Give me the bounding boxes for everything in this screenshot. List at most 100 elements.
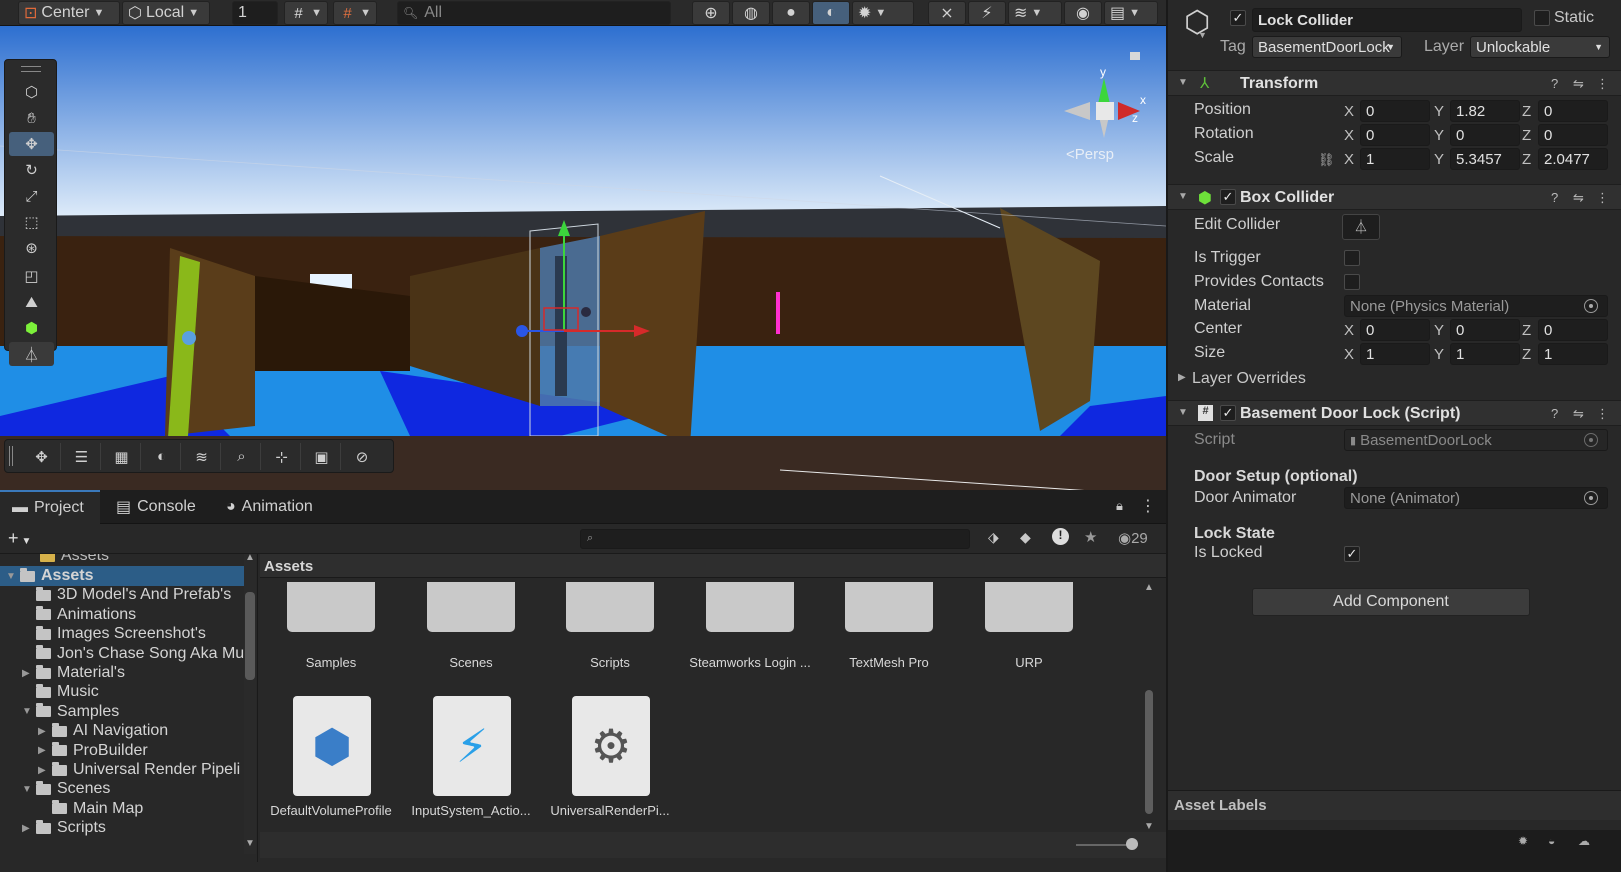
view-tool-button[interactable]: ⬡ bbox=[9, 80, 54, 104]
rect-tool-button[interactable]: ⬚ bbox=[9, 210, 54, 234]
scroll-up-arrow[interactable]: ▲ bbox=[1144, 582, 1154, 593]
create-button[interactable]: + ▼ bbox=[8, 528, 31, 549]
tree-item[interactable]: ▶ Scripts bbox=[22, 818, 257, 838]
scene-search-input[interactable]: 🔍︎ All bbox=[397, 1, 671, 25]
tree-item[interactable]: ▶ ProBuilder bbox=[38, 741, 257, 761]
active-checkbox[interactable]: ✓ bbox=[1230, 10, 1246, 26]
door-animator-field[interactable]: None (Animator) bbox=[1344, 487, 1608, 509]
chevron-right-icon[interactable]: ▶ bbox=[1178, 372, 1186, 383]
chevron-down-icon[interactable]: ▼ bbox=[6, 571, 20, 582]
scale-tool-button[interactable]: ⤢ bbox=[9, 184, 54, 208]
material-field[interactable]: None (Physics Material) bbox=[1344, 295, 1608, 317]
center-y-field[interactable]: 0 bbox=[1450, 319, 1520, 341]
cloud-icon[interactable]: ☁︎ bbox=[1578, 834, 1590, 848]
box-collider-enabled-checkbox[interactable]: ✓ bbox=[1220, 189, 1236, 205]
script-component-header[interactable]: ▼ # ✓ Basement Door Lock (Script) ? ⇋ ⋮ bbox=[1168, 400, 1621, 426]
overlay-lighting-button[interactable]: ◐ bbox=[143, 443, 181, 470]
script-enabled-checkbox[interactable]: ✓ bbox=[1220, 405, 1236, 421]
scale-x-field[interactable]: 1 bbox=[1360, 148, 1430, 170]
warning-filter-icon[interactable]: ! bbox=[1052, 528, 1069, 545]
probuilder-tool-button[interactable]: ◰ bbox=[9, 264, 54, 288]
grid-snap-button[interactable]: # ▼ bbox=[284, 1, 328, 25]
grid-scroll-thumb[interactable] bbox=[1145, 690, 1153, 814]
tree-item[interactable]: Main Map bbox=[38, 799, 257, 819]
rotation-y-field[interactable]: 0 bbox=[1450, 124, 1520, 146]
hidden-packages-toggle[interactable]: ◉29 bbox=[1118, 529, 1148, 547]
tree-item[interactable]: Music bbox=[22, 682, 257, 702]
layer-overrides-foldout[interactable]: Layer Overrides bbox=[1192, 370, 1306, 388]
tree-item[interactable]: Jon's Chase Song Aka Mu bbox=[22, 644, 257, 664]
visibility-toggle-button[interactable]: ◉ bbox=[1064, 1, 1102, 25]
chevron-right-icon[interactable]: ▶ bbox=[22, 668, 36, 679]
overlay-pivot-button[interactable]: ⊹ bbox=[263, 443, 301, 470]
scale-z-field[interactable]: 2.0477 bbox=[1538, 148, 1608, 170]
constrain-proportions-icon[interactable]: ⛓︎ bbox=[1318, 152, 1335, 168]
object-picker-icon[interactable] bbox=[1584, 299, 1598, 313]
lock-icon[interactable]: 🔒︎ bbox=[1116, 498, 1123, 514]
overlay-camera-button[interactable]: ▣ bbox=[303, 443, 341, 470]
icon-size-slider-handle[interactable] bbox=[1126, 838, 1138, 850]
tree-item[interactable]: Animations bbox=[22, 605, 257, 625]
drag-handle[interactable] bbox=[21, 66, 41, 72]
help-icon[interactable]: ? bbox=[1551, 190, 1558, 205]
kebab-menu-icon[interactable]: ⋮ bbox=[1596, 406, 1609, 422]
position-x-field[interactable]: 0 bbox=[1360, 100, 1430, 122]
chevron-right-icon[interactable]: ▶ bbox=[38, 726, 52, 737]
is-locked-checkbox[interactable]: ✓ bbox=[1344, 546, 1360, 562]
transform-header[interactable]: ▼ ⅄ Transform ? ⇋ ⋮ bbox=[1168, 70, 1621, 96]
pivot-mode-dropdown[interactable]: ⊡ Center ▼ bbox=[18, 1, 120, 25]
box-collider-header[interactable]: ▼ ⬢ ✓ Box Collider ? ⇋ ⋮ bbox=[1168, 184, 1621, 210]
help-icon[interactable]: ? bbox=[1551, 76, 1558, 91]
shaded-button[interactable]: ● bbox=[772, 1, 810, 25]
asset-file-item[interactable]: ⚙︎ UniversalRenderPi... bbox=[540, 692, 680, 818]
rotation-z-field[interactable]: 0 bbox=[1538, 124, 1608, 146]
object-name-field[interactable]: Lock Collider bbox=[1252, 8, 1522, 32]
kebab-menu-icon[interactable]: ⋮ bbox=[1140, 496, 1156, 516]
tree-item[interactable]: ▼ Scenes bbox=[22, 779, 257, 799]
tree-item[interactable]: Images Screenshot's bbox=[22, 624, 257, 644]
tag-dropdown[interactable]: BasementDoorLock ▼ bbox=[1252, 36, 1402, 58]
overlay-search-button[interactable]: ⌕ bbox=[223, 443, 261, 470]
scale-y-field[interactable]: 5.3457 bbox=[1450, 148, 1520, 170]
transform-tool-button[interactable]: ⊛ bbox=[9, 236, 54, 260]
asset-folder-item[interactable]: Samples bbox=[261, 582, 401, 672]
tree-item[interactable]: ▶ Universal Render Pipeli bbox=[38, 760, 257, 780]
debug-draw-button[interactable]: ✹ ▼ bbox=[852, 1, 914, 25]
hand-tool-button[interactable]: ✋︎ bbox=[9, 106, 54, 130]
tree-item[interactable]: 3D Model's And Prefab's bbox=[22, 585, 257, 605]
overlay-settings-button[interactable]: ☰ bbox=[63, 443, 101, 470]
shaded-wire-button[interactable]: ◍ bbox=[732, 1, 770, 25]
increment-snap-button[interactable]: # ▼ bbox=[333, 1, 377, 25]
scroll-up-arrow[interactable]: ▲ bbox=[245, 554, 255, 563]
edit-collider-button[interactable]: ⏃ bbox=[1342, 214, 1380, 240]
asset-folder-item[interactable]: Steamworks Login ... bbox=[680, 582, 820, 672]
collider-tool-button[interactable]: ⬢ bbox=[9, 316, 54, 340]
kebab-menu-icon[interactable]: ⋮ bbox=[1596, 76, 1609, 92]
lighting-button[interactable]: ◐ bbox=[812, 1, 850, 25]
asset-labels-bar[interactable]: Asset Labels bbox=[1168, 790, 1621, 820]
rotation-x-field[interactable]: 0 bbox=[1360, 124, 1430, 146]
chevron-right-icon[interactable]: ▶ bbox=[38, 765, 52, 776]
asset-folder-item[interactable]: URP bbox=[959, 582, 1099, 672]
asset-folder-item[interactable]: TextMesh Pro bbox=[819, 582, 959, 672]
overlay-compass-button[interactable]: ⊘ bbox=[343, 443, 381, 470]
overlay-grid-button[interactable]: ▦ bbox=[103, 443, 141, 470]
projection-label[interactable]: <Persp bbox=[1066, 146, 1114, 163]
audio-toggle-button[interactable]: ⨯ bbox=[928, 1, 966, 25]
gizmo-z-handle[interactable] bbox=[516, 325, 528, 337]
camera-settings-dropdown[interactable]: ▤ ▼ bbox=[1104, 1, 1158, 25]
scene-view[interactable]: y x z <Persp ⬡ ✋︎ ✥ ↻ ⤢ ⬚ ⊛ ◰ ⛰︎ ⬢ ⏃ ✥ ☰… bbox=[0, 26, 1166, 490]
size-x-field[interactable]: 1 bbox=[1360, 343, 1430, 365]
chevron-down-icon[interactable]: ▼ bbox=[1178, 191, 1188, 202]
rotate-tool-button[interactable]: ↻ bbox=[9, 158, 54, 182]
grid-scrollbar[interactable]: ▲ ▼ bbox=[1143, 582, 1155, 859]
selected-door-lock[interactable] bbox=[540, 236, 600, 406]
position-z-field[interactable]: 0 bbox=[1538, 100, 1608, 122]
pivot-space-dropdown[interactable]: ⬡ Local ▼ bbox=[122, 1, 210, 25]
tree-scrollbar[interactable]: ▲ ▼ bbox=[244, 554, 256, 854]
asset-folder-item[interactable]: Scripts bbox=[540, 582, 680, 672]
scroll-down-arrow[interactable]: ▼ bbox=[245, 838, 255, 849]
tree-scroll-thumb[interactable] bbox=[245, 592, 255, 680]
draw-mode-button[interactable]: ⊕ bbox=[692, 1, 730, 25]
size-y-field[interactable]: 1 bbox=[1450, 343, 1520, 365]
